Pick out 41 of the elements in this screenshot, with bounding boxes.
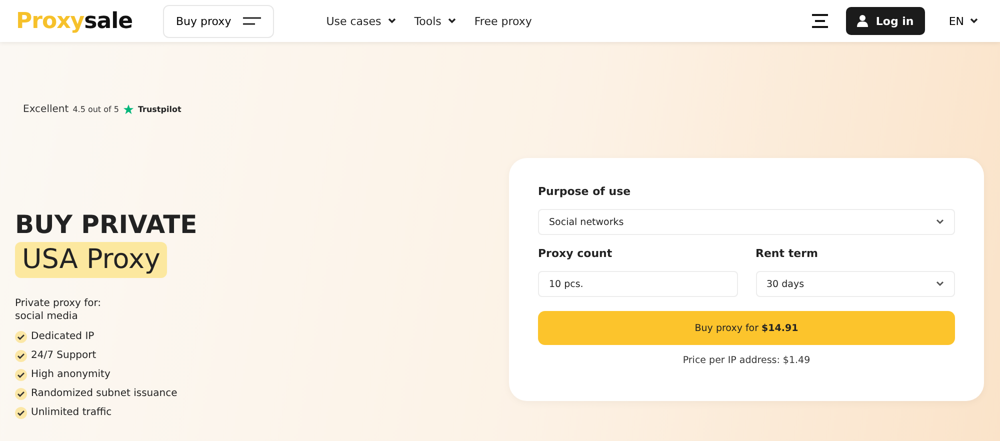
feature-item: Dedicated IP [31, 331, 94, 342]
rating-label: Excellent [23, 104, 69, 115]
logo[interactable]: Proxysale [16, 8, 163, 34]
purpose-text: social media [15, 310, 79, 323]
check-icon [15, 388, 27, 400]
menu-icon[interactable] [812, 14, 828, 28]
user-icon [856, 15, 868, 27]
trustpilot-logo: Trustpilot [138, 105, 182, 114]
nav-link[interactable]: Free proxy [474, 14, 532, 28]
check-icon [15, 330, 27, 342]
check-icon [15, 406, 27, 418]
nav-link[interactable]: Tools [414, 14, 456, 28]
proxy-count-field[interactable]: 10 pcs. [538, 271, 738, 297]
buy-proxy-menu-button[interactable]: Buy proxy [163, 4, 274, 38]
chevron-down-icon [388, 18, 396, 24]
login-button[interactable]: Log in [846, 7, 925, 35]
menu-icon [243, 17, 262, 25]
chevron-down-icon [448, 18, 456, 24]
feature-item: 24/7 Support [31, 350, 96, 361]
feature-item: Randomized subnet issuance [31, 388, 178, 399]
rent-term-select[interactable]: 30 days [756, 271, 955, 297]
hero-highlight: USA Proxy [15, 242, 168, 278]
hero-title: BUY PRIVATE [15, 210, 198, 240]
field-label: Purpose of use [538, 185, 632, 198]
buy-button[interactable]: Buy proxy for $14.91 [538, 311, 955, 345]
feature-item: Unlimited traffic [31, 407, 112, 418]
nav-link[interactable]: Use cases [326, 14, 396, 28]
chevron-down-icon [936, 219, 944, 225]
chevron-down-icon [970, 18, 978, 24]
field-label: Proxy count [538, 247, 614, 260]
subtitle: Private proxy for: [15, 297, 102, 310]
check-icon [15, 350, 27, 362]
purpose-select[interactable]: Social networks [538, 209, 955, 235]
rating-score: 4.5 out of 5 [72, 105, 119, 114]
chevron-down-icon [936, 281, 944, 287]
price-note: Price per IP address: $1.49 [682, 355, 812, 366]
star-icon [122, 104, 134, 115]
feature-item: High anonymity [31, 369, 110, 380]
field-label: Rent term [756, 247, 819, 260]
check-icon [15, 368, 27, 380]
language-selector[interactable]: EN [942, 14, 984, 28]
